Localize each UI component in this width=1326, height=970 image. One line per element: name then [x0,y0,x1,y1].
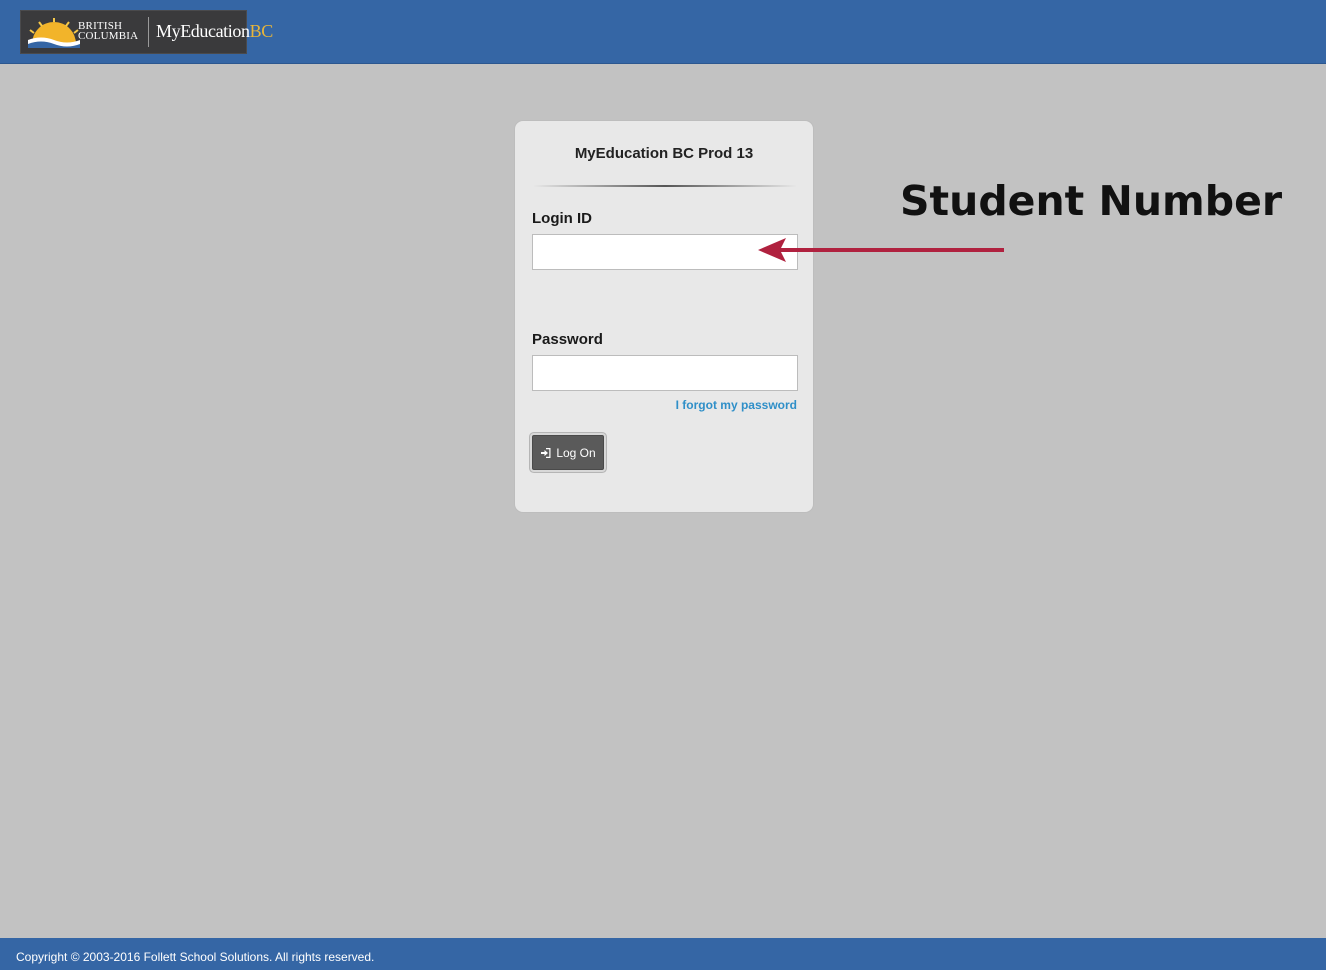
annotation-label: Student Number [900,177,1283,225]
bc-sun-logo-icon [28,18,80,48]
password-label: Password [532,331,603,348]
sign-in-icon [541,447,551,458]
forgot-password-link[interactable]: I forgot my password [676,398,797,412]
title-divider [533,185,797,187]
log-on-button[interactable]: Log On [532,435,604,470]
myeducation-bc-logo[interactable]: BRITISH COLUMBIA MyEducationBC [20,10,273,54]
panel-title: MyEducation BC Prod 13 [574,145,754,162]
annotation-arrow-icon [758,238,1004,262]
login-panel: MyEducation BC Prod 13 Login ID Password… [514,120,814,513]
logo-divider [148,17,149,47]
log-on-label: Log On [556,445,596,460]
app-wordmark: MyEducationBC [156,21,273,41]
password-input[interactable] [532,355,798,391]
login-id-label: Login ID [532,210,592,227]
copyright-text: Copyright © 2003-2016 Follett School Sol… [16,950,375,964]
british-columbia-wordmark: BRITISH COLUMBIA [78,20,139,42]
footer-bar: Copyright © 2003-2016 Follett School Sol… [0,938,1326,970]
top-header-bar: BRITISH COLUMBIA MyEducationBC [0,0,1326,64]
